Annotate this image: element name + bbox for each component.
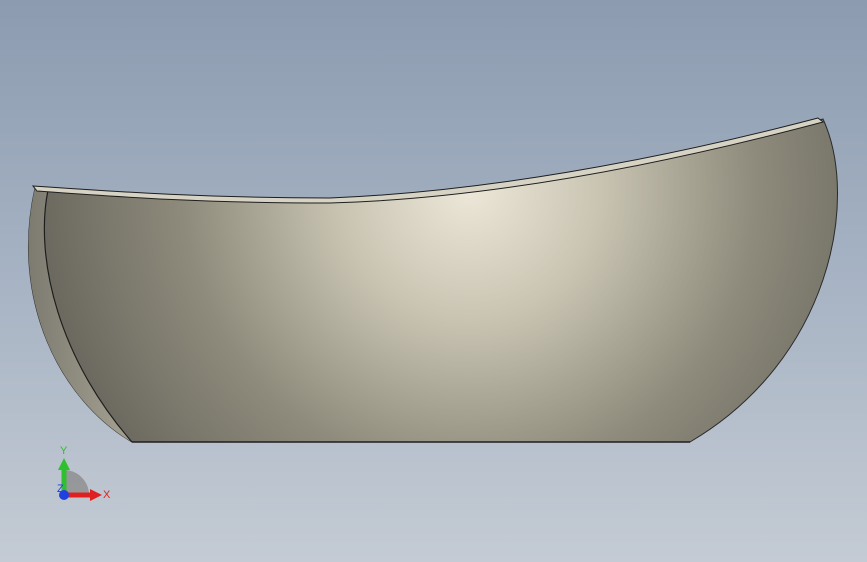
tub-body[interactable] — [28, 118, 838, 443]
x-axis-label: X — [103, 489, 111, 501]
model-view[interactable] — [0, 0, 867, 562]
y-axis-arrow — [58, 458, 70, 470]
x-axis-arrow — [90, 489, 102, 501]
y-axis-label: Y — [60, 445, 68, 457]
graphics-viewport[interactable]: Y X Z — [0, 0, 867, 562]
coordinate-triad[interactable]: Y X Z — [44, 440, 124, 510]
z-axis-label: Z — [57, 483, 64, 495]
triad-quadrant — [64, 470, 89, 495]
